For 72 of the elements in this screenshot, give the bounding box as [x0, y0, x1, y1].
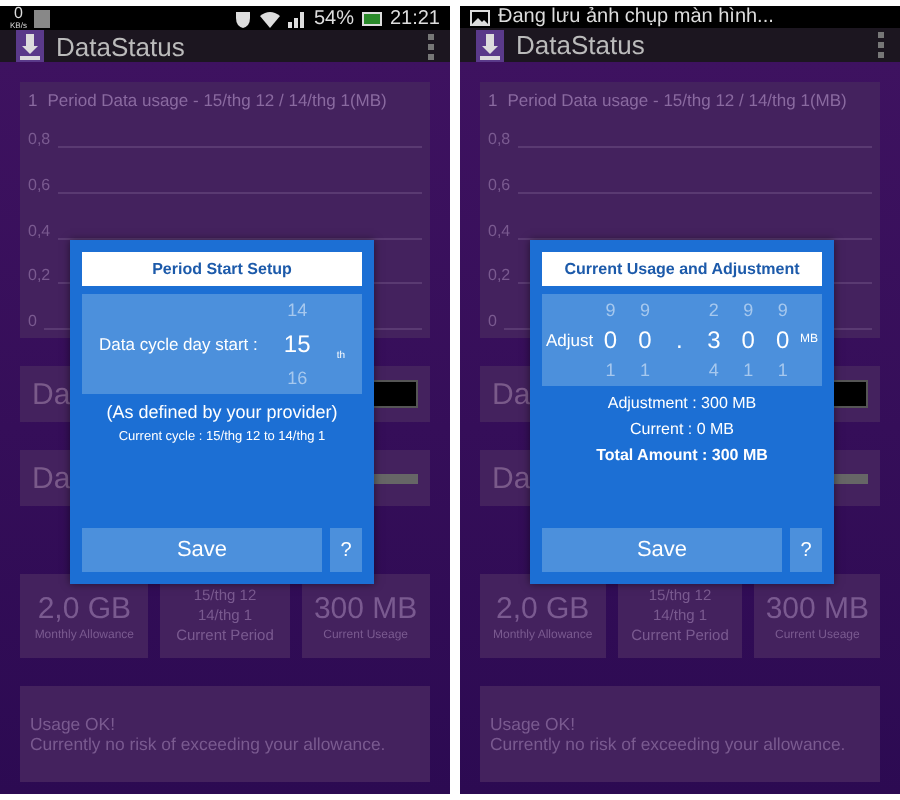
help-button[interactable]: ? [330, 528, 362, 572]
picker-label: Adjust [546, 330, 594, 350]
axis-label: 1 [488, 90, 498, 110]
notification-text: Đang lưu ảnh chụp màn hình... [498, 6, 774, 29]
day-value[interactable]: 15 [283, 330, 311, 358]
save-button[interactable]: Save [82, 528, 322, 572]
axis-label: 0,2 [28, 266, 51, 285]
axis-label: 0,6 [488, 175, 511, 194]
picker-label: Data cycle day start : [99, 334, 258, 354]
stat-value: 300 MB [765, 591, 870, 625]
chart-title: Period Data usage - 15/thg 12 / 14/thg 1(MB) [507, 90, 847, 110]
axis-label: 0,6 [28, 175, 51, 194]
save-button[interactable]: Save [542, 528, 782, 572]
digit-option[interactable]: 1 [743, 360, 754, 380]
battery-icon [361, 11, 382, 25]
digit-option[interactable]: 1 [639, 360, 650, 380]
digit-option[interactable]: 1 [605, 360, 616, 380]
digit-value[interactable]: 3 [707, 326, 721, 354]
amount-text: Adjustment : 300 MB [605, 394, 759, 412]
digit-option[interactable]: 1 [777, 360, 788, 380]
digit-value[interactable]: 0 [603, 326, 618, 354]
amount-text: Current : 0 MB [627, 420, 736, 438]
stat-value: 300 MB [313, 591, 418, 625]
digit-option[interactable]: 9 [605, 300, 616, 320]
axis-label: 1 [28, 90, 38, 110]
app-icon [16, 30, 44, 62]
message-text: Currently no risk of exceeding your allowance. [30, 734, 388, 754]
axis-label: 0 [488, 312, 497, 330]
row-label: Da [492, 461, 531, 495]
digit-value[interactable]: 0 [741, 326, 755, 354]
row-label: Da [32, 377, 71, 411]
overflow-menu-icon[interactable] [428, 33, 434, 59]
overflow-menu-icon[interactable] [878, 32, 884, 59]
day-option[interactable]: 16 [287, 368, 308, 388]
message-text: Usage OK! [490, 714, 577, 734]
stat-value: 2,0 GB [37, 591, 132, 625]
axis-label: 0 [28, 312, 37, 330]
dialog-title: Period Start Setup [82, 252, 362, 286]
axis-label: 0,2 [488, 266, 511, 285]
digit-value[interactable]: 0 [776, 326, 790, 354]
app-title: DataStatus [56, 31, 185, 61]
sim-icon [34, 9, 51, 27]
app-title: DataStatus [516, 30, 645, 61]
axis-label: 0,4 [28, 221, 51, 239]
battery-percent: 54% [313, 7, 354, 29]
image-icon [470, 9, 490, 26]
digit-option[interactable]: 9 [777, 300, 788, 320]
axis-label: 0,8 [28, 130, 51, 148]
digit-option[interactable]: 4 [708, 360, 719, 380]
shield-icon [233, 9, 252, 27]
chart-title: Period Data usage - 15/thg 12 / 14/thg 1(MB) [47, 90, 387, 110]
digit-option[interactable]: 2 [708, 300, 719, 320]
clock: 21:21 [389, 7, 440, 29]
axis-label: 0,4 [488, 221, 511, 239]
amount-text: Total Amount : 300 MB [594, 446, 770, 464]
provider-note: (As defined by your provider) [104, 402, 340, 422]
message-text: Usage OK! [30, 714, 117, 734]
decimal-point: . [676, 326, 683, 354]
digit-option[interactable]: 9 [743, 300, 754, 320]
wifi-icon [259, 9, 280, 27]
signal-icon [287, 9, 306, 27]
row-label: Da [492, 377, 531, 411]
message-text: Currently no risk of exceeding your allowance. [490, 734, 848, 754]
app-icon [476, 29, 504, 62]
digit-value[interactable]: 0 [638, 326, 652, 354]
day-option[interactable]: 14 [287, 300, 308, 320]
help-button[interactable]: ? [790, 528, 822, 572]
stat-value: 2,0 GB [495, 591, 590, 625]
row-label: Da [32, 461, 71, 495]
dialog-title: Current Usage and Adjustment [542, 252, 822, 286]
digit-option[interactable]: 9 [639, 300, 650, 320]
axis-label: 0,8 [488, 130, 511, 148]
